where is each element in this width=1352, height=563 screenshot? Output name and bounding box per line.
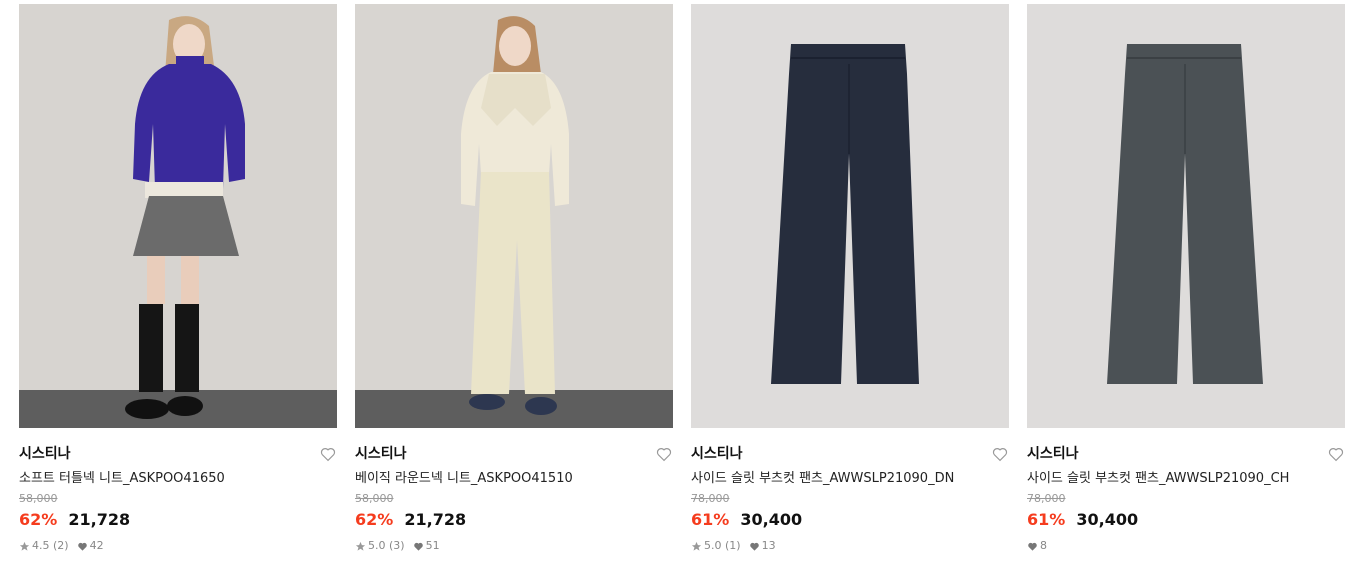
wishlist-heart-icon[interactable] — [655, 445, 673, 463]
price-row: 62% 21,728 — [355, 509, 673, 531]
star-icon — [19, 541, 30, 551]
product-card[interactable]: 시스티나 베이직 라운드넥 니트_ASKPOO41510 58,000 62% … — [355, 4, 673, 553]
review-count: (3) — [389, 539, 405, 552]
rating-group: 5.0 (3) — [355, 539, 405, 553]
brand-name[interactable]: 시스티나 — [1027, 446, 1079, 462]
star-icon — [355, 541, 366, 551]
product-name[interactable]: 베이직 라운드넥 니트_ASKPOO41510 — [355, 470, 673, 488]
product-name[interactable]: 사이드 슬릿 부츠컷 팬츠_AWWSLP21090_CH — [1027, 470, 1345, 488]
rating-group: 5.0 (1) — [691, 539, 741, 553]
discount-rate: 61% — [691, 510, 730, 529]
product-name[interactable]: 소프트 터틀넥 니트_ASKPOO41650 — [19, 470, 337, 488]
likes-group: 8 — [1027, 539, 1047, 553]
original-price: 78,000 — [691, 492, 730, 505]
brand-name[interactable]: 시스티나 — [691, 446, 743, 462]
price-row: 62% 21,728 — [19, 509, 337, 531]
product-image-navy-pants[interactable] — [691, 4, 1009, 428]
sale-price: 21,728 — [404, 510, 467, 529]
heart-filled-icon — [1028, 542, 1037, 551]
heart-filled-icon — [77, 542, 87, 551]
price-row: 61% 30,400 — [1027, 509, 1345, 531]
original-price: 58,000 — [355, 492, 394, 505]
likes-group: 51 — [413, 539, 440, 553]
sale-price: 30,400 — [1076, 510, 1139, 529]
product-grid: 시스티나 소프트 터틀넥 니트_ASKPOO41650 58,000 62% 2… — [0, 0, 1352, 563]
price-row: 61% 30,400 — [691, 509, 1009, 531]
brand-row: 시스티나 — [1027, 443, 1345, 465]
product-meta: 4.5 (2) 42 — [19, 539, 337, 553]
brand-row: 시스티나 — [691, 443, 1009, 465]
product-image-purple-turtleneck[interactable] — [19, 4, 337, 428]
product-card[interactable]: 시스티나 사이드 슬릿 부츠컷 팬츠_AWWSLP21090_CH 78,000… — [1027, 4, 1345, 553]
likes-count: 13 — [761, 539, 776, 552]
brand-name[interactable]: 시스티나 — [355, 446, 407, 462]
original-price: 58,000 — [19, 492, 58, 505]
product-card[interactable]: 시스티나 소프트 터틀넥 니트_ASKPOO41650 58,000 62% 2… — [19, 4, 337, 553]
rating-value: 5.0 — [704, 539, 722, 552]
product-name[interactable]: 사이드 슬릿 부츠컷 팬츠_AWWSLP21090_DN — [691, 470, 1009, 488]
product-meta: 5.0 (3) 51 — [355, 539, 673, 553]
brand-name[interactable]: 시스티나 — [19, 446, 71, 462]
likes-count: 51 — [425, 539, 440, 552]
original-price: 78,000 — [1027, 492, 1066, 505]
product-image-cream-knit[interactable] — [355, 4, 673, 428]
review-count: (1) — [725, 539, 741, 552]
rating-group: 4.5 (2) — [19, 539, 69, 553]
review-count: (2) — [53, 539, 69, 552]
rating-value: 5.0 — [368, 539, 386, 552]
product-meta: 8 — [1027, 539, 1345, 553]
product-card[interactable]: 시스티나 사이드 슬릿 부츠컷 팬츠_AWWSLP21090_DN 78,000… — [691, 4, 1009, 553]
heart-filled-icon — [749, 542, 759, 551]
likes-count: 42 — [89, 539, 104, 552]
sale-price: 21,728 — [68, 510, 131, 529]
likes-group: 42 — [77, 539, 104, 553]
wishlist-heart-icon[interactable] — [1327, 445, 1345, 463]
discount-rate: 62% — [19, 510, 58, 529]
product-image-charcoal-pants[interactable] — [1027, 4, 1345, 428]
product-meta: 5.0 (1) 13 — [691, 539, 1009, 553]
discount-rate: 62% — [355, 510, 394, 529]
likes-count: 8 — [1040, 539, 1047, 552]
wishlist-heart-icon[interactable] — [991, 445, 1009, 463]
brand-row: 시스티나 — [19, 443, 337, 465]
rating-value: 4.5 — [32, 539, 50, 552]
heart-filled-icon — [413, 542, 423, 551]
discount-rate: 61% — [1027, 510, 1066, 529]
brand-row: 시스티나 — [355, 443, 673, 465]
star-icon — [691, 541, 702, 551]
likes-group: 13 — [749, 539, 776, 553]
sale-price: 30,400 — [740, 510, 803, 529]
wishlist-heart-icon[interactable] — [319, 445, 337, 463]
